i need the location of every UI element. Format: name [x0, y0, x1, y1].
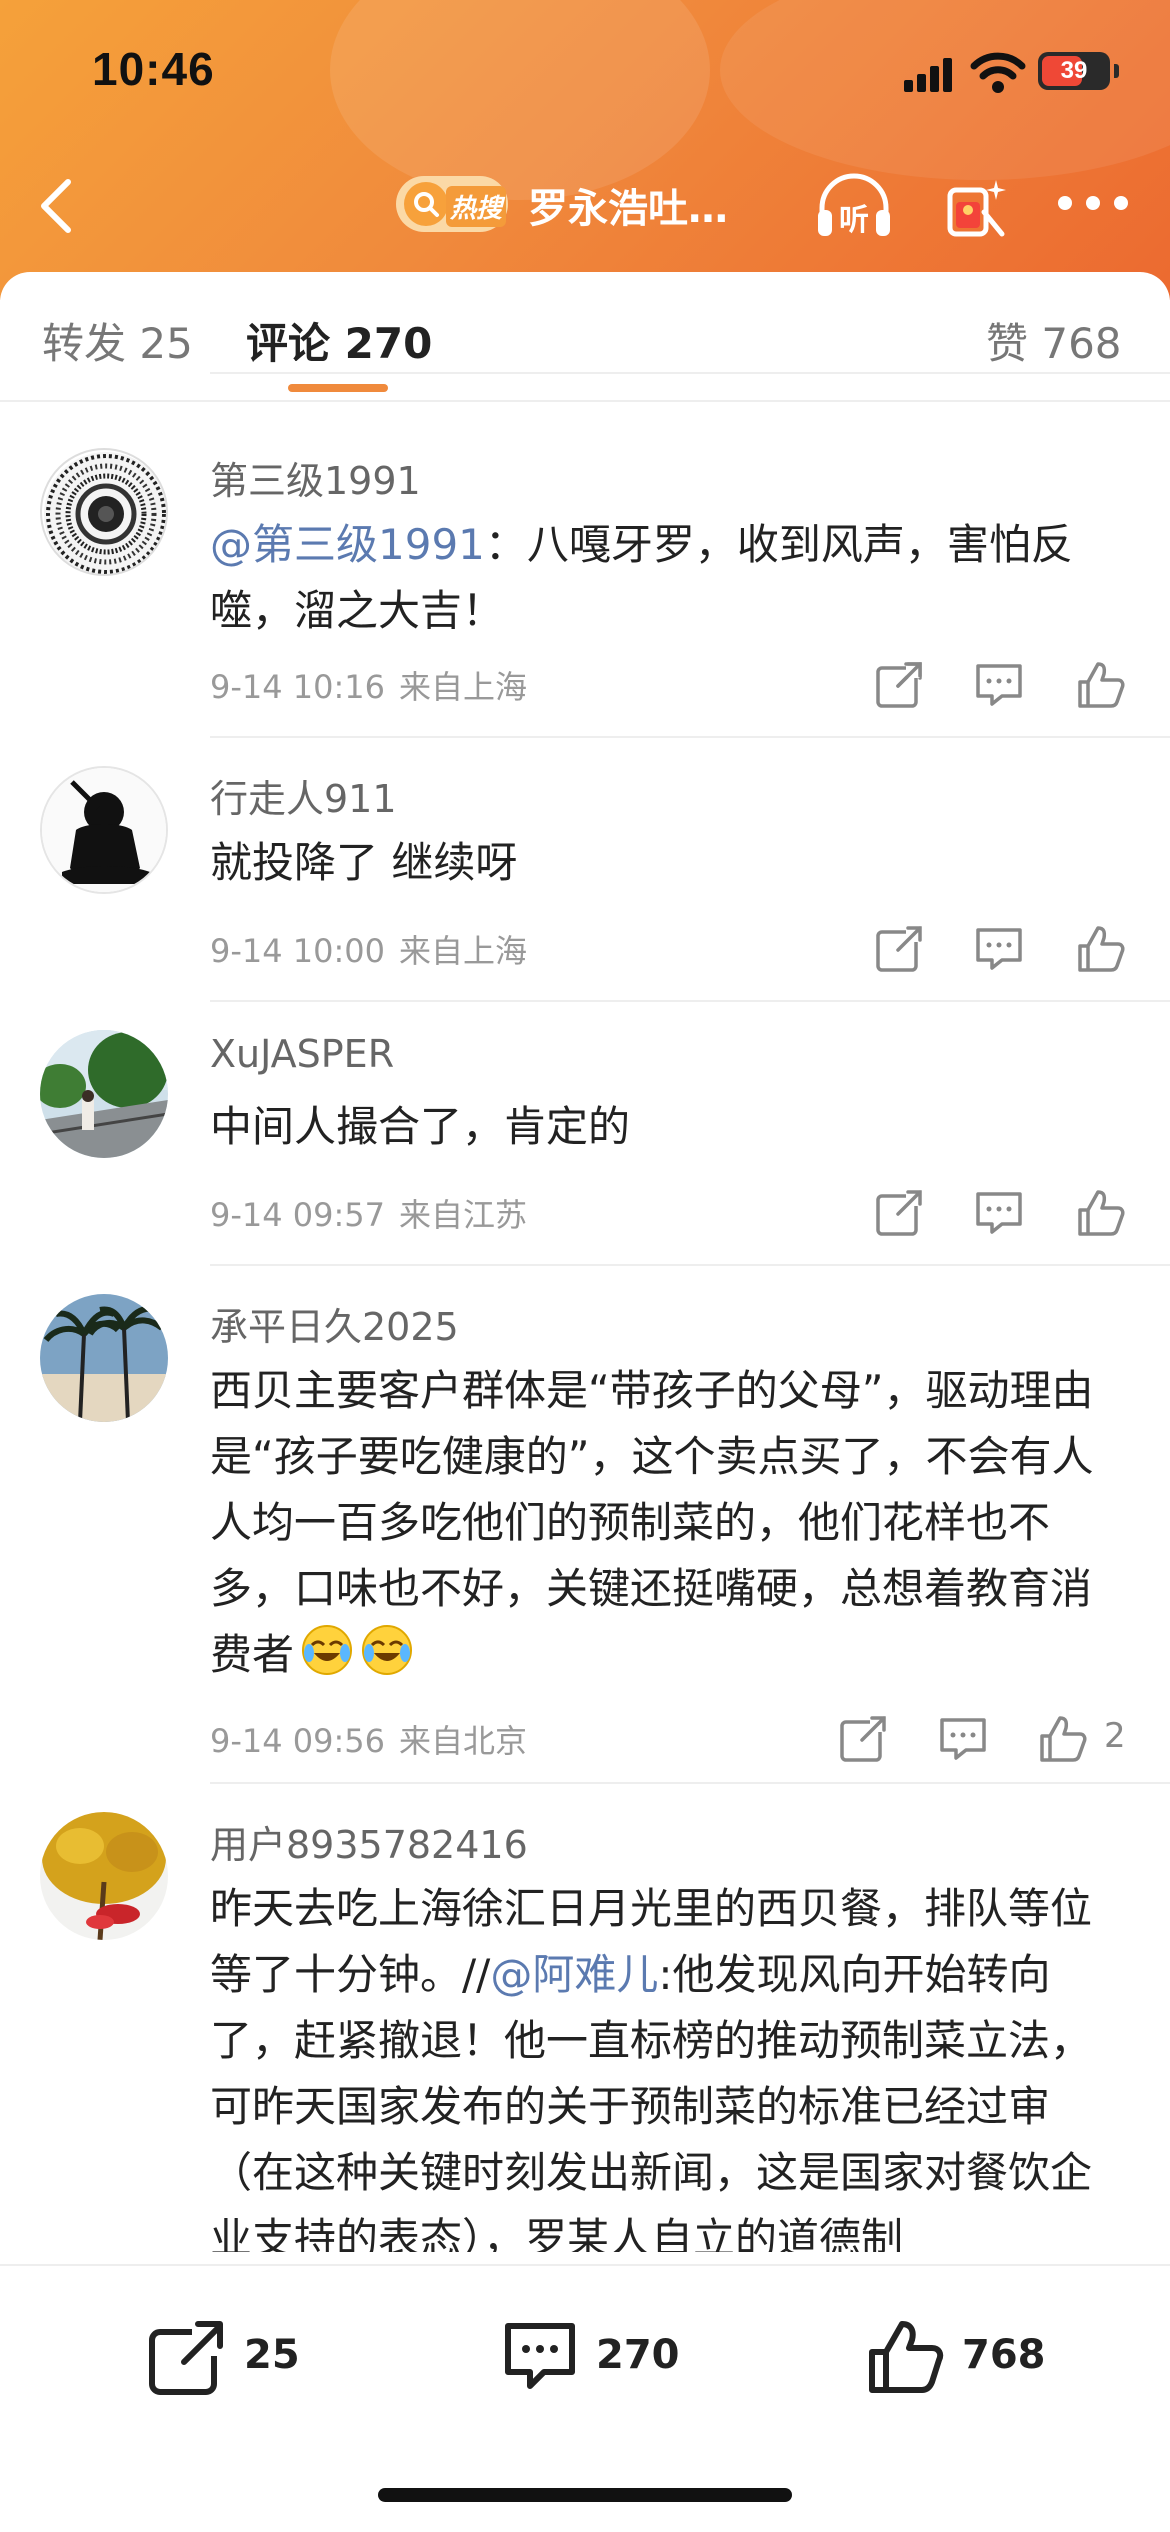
divider: [0, 400, 1170, 402]
repost-count: 25: [244, 2332, 300, 2378]
comment-date: 9-14 09:56: [210, 1722, 386, 1760]
divider: [210, 372, 1170, 374]
like-thumb-icon[interactable]: [1036, 1712, 1090, 1766]
repost-icon: [149, 2321, 224, 2395]
avatar-image: [40, 1030, 168, 1158]
comment-button[interactable]: 270: [500, 2308, 700, 2398]
comment-location: 来自江苏: [399, 1196, 528, 1234]
tab-reposts[interactable]: 转发 25: [42, 310, 193, 371]
comment-text: 就投降了 继续呀: [210, 838, 518, 887]
comment-location: 来自上海: [399, 668, 528, 706]
avatar[interactable]: [40, 766, 168, 894]
headphones-listen-icon[interactable]: 听: [814, 172, 894, 240]
repost-button[interactable]: 25: [148, 2308, 328, 2398]
page-title: 罗永浩吐…: [528, 186, 728, 232]
divider: [210, 1000, 1170, 1002]
comment-text: 昨天去吃上海徐汇日月光里的西贝餐，排队等位等了十分钟。//@阿难儿:他发现风向开…: [210, 1876, 1130, 2252]
avatar-image: [40, 1294, 168, 1422]
home-indicator: [378, 2488, 792, 2502]
share-icon[interactable]: [872, 658, 926, 712]
laugh-cry-emoji-icon: [362, 1625, 413, 1675]
share-icon[interactable]: [872, 922, 926, 976]
avatar-image: [42, 768, 166, 892]
comment-date: 9-14 09:57: [210, 1196, 386, 1234]
like-count: 768: [962, 2332, 1046, 2378]
comment-text: 西贝主要客户群体是“带孩子的父母”，驱动理由是“孩子要吃健康的”，这个卖点买了，…: [210, 1358, 1130, 1688]
like-thumb-icon[interactable]: [1074, 1186, 1128, 1240]
comment-author[interactable]: 行走人911: [210, 768, 397, 823]
divider: [210, 736, 1170, 738]
comment-count: 270: [596, 2332, 680, 2378]
avatar-image: [40, 1812, 168, 1940]
comment-meta: 9-14 09:57 来自江苏: [210, 1190, 541, 1236]
avatar-image: [44, 452, 166, 574]
header: 10:46 39 热搜 罗永浩吐… 听: [0, 0, 1170, 300]
like-thumb-icon[interactable]: [1074, 922, 1128, 976]
tab-bar: 转发 25 评论 270 赞 768: [0, 272, 1170, 402]
comment-meta: 9-14 10:16 来自上海: [210, 662, 541, 708]
comment-author[interactable]: 用户8935782416: [210, 1814, 528, 1869]
cellular-signal-icon: [904, 56, 956, 92]
tab-likes[interactable]: 赞 768: [986, 310, 1122, 371]
divider: [210, 1264, 1170, 1266]
comment-author[interactable]: 承平日久2025: [210, 1296, 459, 1351]
active-tab-indicator: [288, 384, 388, 392]
comment-date: 9-14 10:00: [210, 932, 386, 970]
like-thumb-icon[interactable]: [1074, 658, 1128, 712]
back-arrow-icon[interactable]: [28, 170, 88, 240]
divider: [210, 1782, 1170, 1784]
reply-icon[interactable]: [972, 922, 1026, 976]
avatar[interactable]: [40, 1812, 168, 1940]
mention-link[interactable]: @阿难儿: [490, 1950, 658, 1999]
hot-search-label: 热搜: [446, 186, 507, 227]
hot-search-badge[interactable]: 热搜: [396, 176, 508, 232]
reply-icon[interactable]: [936, 1712, 990, 1766]
magnifier-icon: [414, 192, 439, 217]
comments-panel: 转发 25 评论 270 赞 768 第三级1991 @第三级1991：八嘎牙罗…: [0, 272, 1170, 2532]
tab-comments[interactable]: 评论 270: [246, 310, 432, 371]
like-count: 2: [1104, 1716, 1126, 1756]
comment-meta: 9-14 09:56 来自北京: [210, 1716, 541, 1762]
avatar[interactable]: [40, 448, 168, 576]
comment-date: 9-14 10:16: [210, 668, 386, 706]
mention-link[interactable]: @第三级1991: [210, 520, 485, 569]
laugh-cry-emoji-icon: [302, 1625, 353, 1675]
comment-location: 来自上海: [399, 932, 528, 970]
reply-icon[interactable]: [972, 658, 1026, 712]
status-bar: 10:46 39: [0, 0, 1170, 150]
comment-text: 中间人撮合了，肯定的: [210, 1102, 631, 1151]
like-button[interactable]: 768: [866, 2308, 1066, 2398]
wifi-icon: [970, 52, 1026, 93]
comment-author[interactable]: 第三级1991: [210, 450, 421, 505]
like-thumb-icon: [869, 2321, 944, 2393]
comment-author[interactable]: XuJASPER: [210, 1032, 394, 1076]
reply-icon[interactable]: [972, 1186, 1026, 1240]
comment-meta: 9-14 10:00 来自上海: [210, 926, 541, 972]
red-envelope-icon[interactable]: [940, 172, 1012, 240]
avatar[interactable]: [40, 1030, 168, 1158]
comment-bubble-icon: [505, 2323, 575, 2389]
status-time: 10:46: [92, 43, 215, 95]
comment-location: 来自北京: [399, 1722, 528, 1760]
bottom-action-bar: 25 270 768: [0, 2264, 1170, 2532]
avatar[interactable]: [40, 1294, 168, 1422]
battery-icon: 39: [1038, 52, 1119, 90]
svg-text:听: 听: [839, 203, 869, 238]
more-options-icon[interactable]: [1058, 190, 1128, 214]
share-icon[interactable]: [836, 1712, 890, 1766]
battery-level: 39: [1060, 57, 1088, 84]
comment-text: @第三级1991：八嘎牙罗，收到风声，害怕反噬，溜之大吉！: [210, 512, 1130, 644]
nav-bar: 热搜 罗永浩吐… 听: [0, 150, 1170, 260]
share-icon[interactable]: [872, 1186, 926, 1240]
